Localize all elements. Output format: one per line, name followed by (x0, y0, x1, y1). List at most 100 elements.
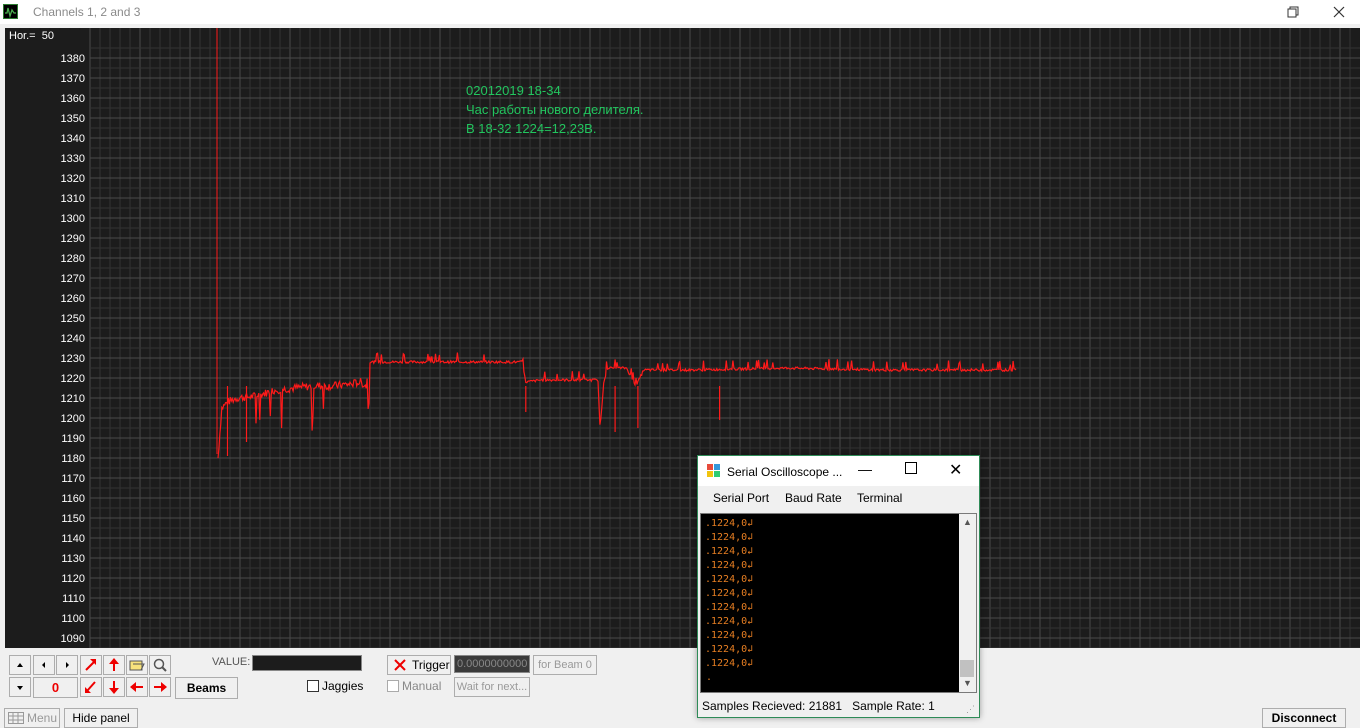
restore-button[interactable] (1270, 0, 1316, 24)
y-tick-label: 1260 (61, 293, 85, 305)
y-tick-label: 1210 (61, 393, 85, 405)
serial-maximize-button[interactable] (905, 462, 917, 474)
y-tick-label: 1330 (61, 153, 85, 165)
menu-grid-icon (8, 712, 24, 724)
close-icon (1333, 6, 1345, 18)
note-line: 02012019 18-34 (466, 83, 561, 98)
oscilloscope-display[interactable]: 1380 1370 1360 1350 1340 1330 1320 1310 1300 1290… (5, 28, 1360, 648)
red-up-arrow-icon (109, 658, 119, 671)
y-tick-label: 1220 (61, 373, 85, 385)
scroll-up-button[interactable] (9, 655, 31, 675)
trigger-label: Trigger (412, 658, 450, 672)
window-title-bar: Channels 1, 2 and 3 (0, 0, 1360, 24)
manual-label: Manual (402, 679, 442, 693)
serial-close-button[interactable]: ✕ (949, 460, 962, 480)
y-tick-label: 1120 (61, 573, 85, 585)
scroll-down-button[interactable] (9, 677, 31, 697)
terminal-line: .1224,0↲ (705, 616, 754, 627)
y-tick-label: 1320 (61, 173, 85, 185)
magnifier-icon (153, 658, 167, 672)
note-line: Час работы нового делителя. (466, 102, 644, 117)
window-title: Channels 1, 2 and 3 (33, 5, 141, 19)
zoom-down-left-button[interactable] (80, 677, 102, 697)
y-tick-label: 1310 (61, 193, 85, 205)
terminal-line: .1224,0↲ (705, 546, 754, 557)
step-left-button[interactable] (33, 655, 55, 675)
red-right-arrow-icon (154, 682, 167, 692)
hide-panel-button[interactable]: Hide panel (64, 708, 138, 728)
y-tick-label: 1250 (61, 313, 85, 325)
annotation-note: 02012019 18-34 Час работы нового делител… (466, 81, 644, 138)
y-tick-label: 1110 (62, 593, 85, 605)
y-tick-label: 1270 (61, 273, 85, 285)
value-display (252, 655, 362, 671)
zoom-button[interactable] (149, 655, 171, 675)
step-right-button[interactable] (56, 655, 78, 675)
serial-oscilloscope-window: Serial Oscilloscope ... — ✕ Serial Port … (697, 455, 980, 718)
for-beam-button[interactable]: for Beam 0 (533, 655, 597, 675)
menu-serial-port[interactable]: Serial Port (713, 491, 769, 505)
oscilloscope-app-icon (3, 4, 18, 19)
red-down-arrow-icon (109, 681, 119, 694)
menu-terminal[interactable]: Terminal (857, 491, 902, 505)
counter-display: 0 (33, 677, 78, 698)
y-tick-label: 1380 (61, 53, 85, 65)
y-tick-label: 1230 (61, 353, 85, 365)
menu-button[interactable]: Menu (4, 708, 60, 728)
resize-grip-icon[interactable]: ⋰ (966, 704, 975, 715)
minimize-button[interactable] (1224, 0, 1270, 24)
jaggies-label: Jaggies (322, 679, 364, 693)
close-button[interactable] (1316, 0, 1360, 24)
restore-icon (1287, 6, 1299, 18)
terminal-line: .1224,0↲ (705, 532, 754, 543)
terminal-line: .1224,0↲ (705, 658, 754, 669)
serial-menu-bar: Serial Port Baud Rate Terminal (698, 487, 979, 509)
open-file-button[interactable] (126, 655, 148, 675)
y-tick-label: 1300 (61, 213, 85, 225)
diagonal-arrow-down-left-icon (85, 681, 96, 693)
y-tick-label: 1160 (61, 493, 85, 505)
samples-received: Samples Recieved: 21881 (702, 699, 843, 713)
note-line: В 18-32 1224=12,23В. (466, 121, 597, 136)
x-icon (394, 659, 406, 671)
y-tick-label: 1370 (61, 73, 85, 85)
move-up-button[interactable] (103, 655, 125, 675)
terminal-scrollbar[interactable]: ▲ ▼ (959, 514, 976, 692)
wait-for-next-button[interactable]: Wait for next... (454, 677, 530, 697)
horizontal-scale-label: Hor.= 50 (9, 30, 54, 42)
scope-chart: 1380 1370 1360 1350 1340 1330 1320 1310 1300 1290… (61, 28, 1360, 648)
terminal-output[interactable]: .1224,0↲ .1224,0↲ .1224,0↲ .1224,0↲ .1224,0↲… (700, 513, 977, 693)
move-down-button[interactable] (103, 677, 125, 697)
y-tick-label: 1200 (61, 413, 85, 425)
small-left-arrow-icon (42, 662, 45, 668)
small-right-arrow-icon (66, 662, 69, 668)
terminal-line: .1224,0↲ (705, 560, 754, 571)
beams-button[interactable]: Beams (175, 677, 238, 699)
value-label: VALUE: (212, 656, 251, 668)
serial-minimize-button[interactable]: — (858, 461, 872, 477)
disconnect-button[interactable]: Disconnect (1262, 708, 1346, 728)
terminal-line: .1224,0↲ (705, 630, 754, 641)
scroll-thumb[interactable] (960, 660, 974, 677)
terminal-line: .1224,0↲ (705, 518, 754, 529)
scroll-down-arrow-icon[interactable]: ▼ (963, 678, 972, 688)
folder-open-icon (129, 660, 145, 671)
trigger-button[interactable]: Trigger (387, 655, 451, 675)
manual-checkbox[interactable] (387, 680, 399, 692)
y-tick-label: 1340 (61, 133, 85, 145)
y-tick-label: 1360 (61, 93, 85, 105)
terminal-line: .1224,0↲ (705, 644, 754, 655)
menu-baud-rate[interactable]: Baud Rate (785, 491, 842, 505)
terminal-line: .1224,0↲ (705, 602, 754, 613)
trigger-value-field[interactable]: 0.0000000000 (454, 655, 530, 673)
jaggies-checkbox[interactable] (307, 680, 319, 692)
diagonal-arrow-up-right-icon (85, 659, 96, 671)
terminal-cursor-line: . (706, 672, 713, 683)
menu-label: Menu (27, 711, 58, 725)
move-right-button[interactable] (149, 677, 171, 697)
zoom-up-right-button[interactable] (80, 655, 102, 675)
small-up-arrow-icon (17, 663, 23, 667)
terminal-line: .1224,0↲ (705, 574, 754, 585)
scroll-up-arrow-icon[interactable]: ▲ (963, 517, 972, 527)
move-left-button[interactable] (126, 677, 148, 697)
